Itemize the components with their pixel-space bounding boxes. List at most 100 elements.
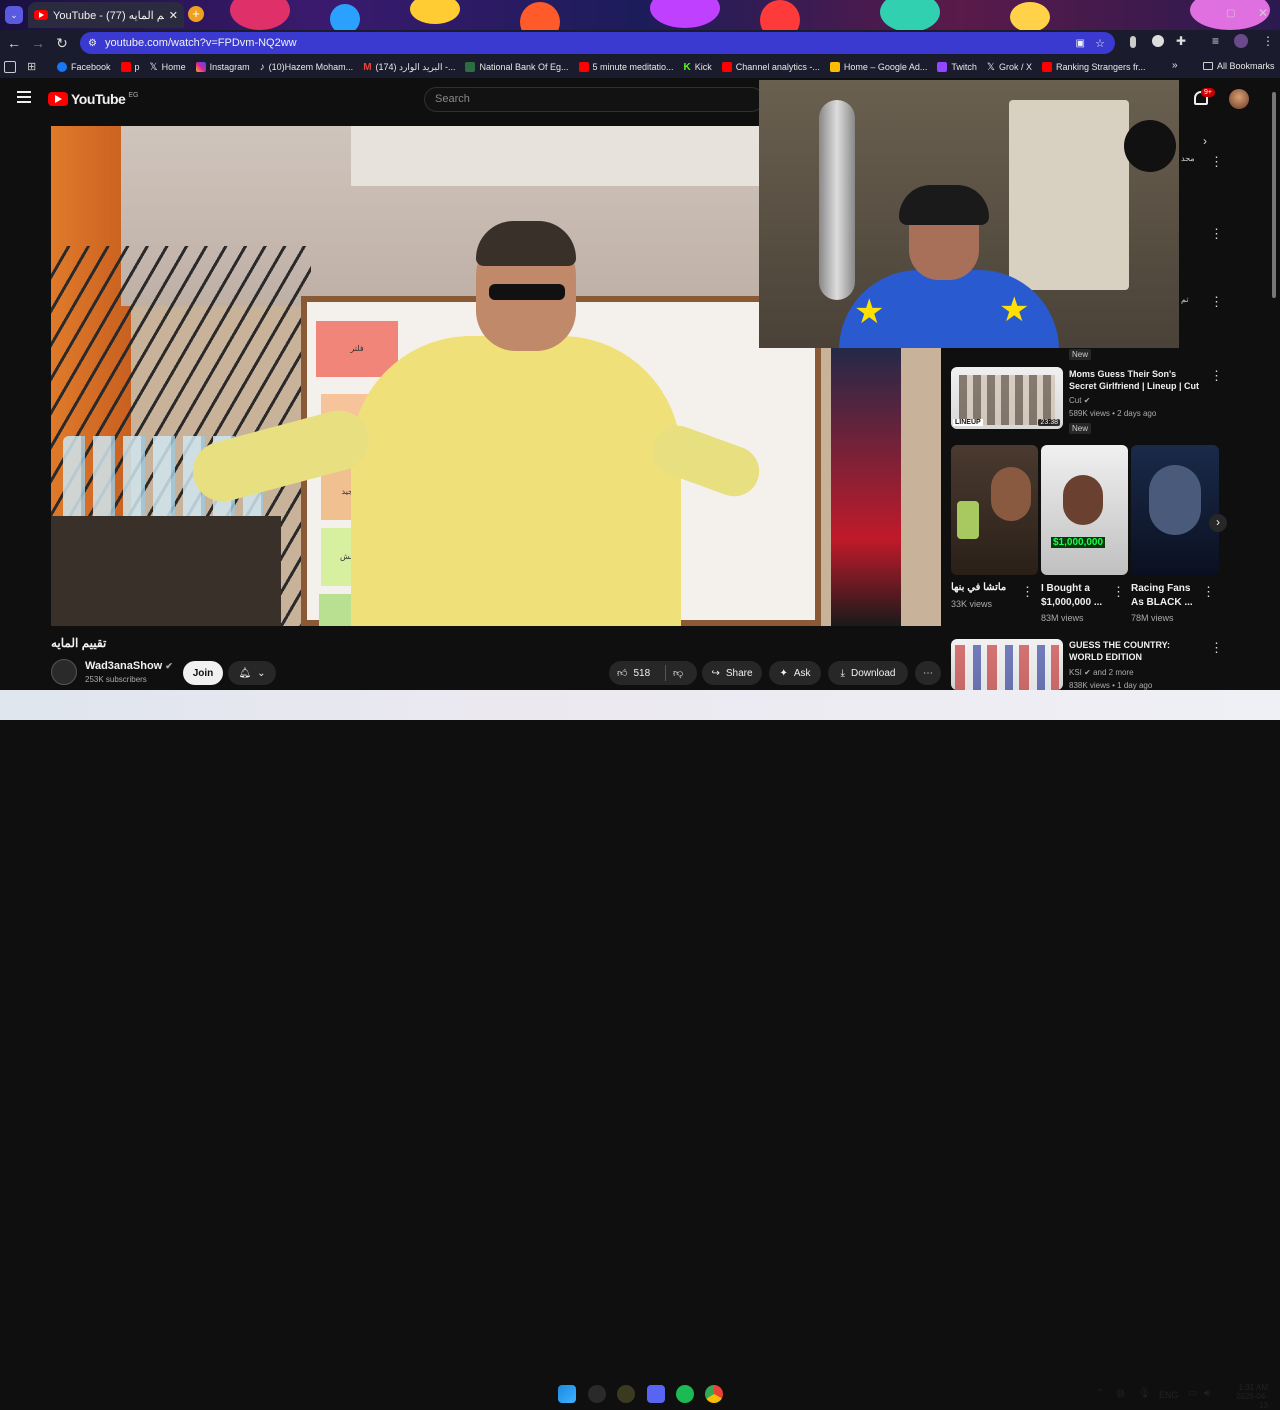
- facebook-icon: [57, 62, 67, 72]
- bookmark-label: p: [134, 62, 140, 72]
- volume-icon[interactable]: 🔊︎: [1204, 1388, 1210, 1399]
- chip-next-icon[interactable]: ›: [1203, 134, 1207, 148]
- close-window-icon[interactable]: ✕: [1258, 6, 1268, 20]
- install-icon[interactable]: ▣: [1076, 38, 1085, 49]
- tab-groups-icon[interactable]: [4, 61, 16, 73]
- hamburger-menu-icon[interactable]: [17, 91, 31, 103]
- share-label: Share: [725, 667, 753, 679]
- short-thumbnail[interactable]: [1131, 445, 1219, 575]
- join-label: Join: [192, 667, 214, 679]
- more-options-icon[interactable]: ⋮: [1210, 226, 1223, 242]
- bookmark-facebook[interactable]: Facebook: [52, 62, 116, 72]
- tab-youtube[interactable]: YouTube - تقييم المايه (77) ✕: [28, 2, 184, 28]
- twitch-icon: [937, 62, 948, 72]
- more-options-icon[interactable]: ⋮: [1202, 584, 1215, 600]
- bookmark-star-icon[interactable]: ☆: [1095, 37, 1105, 50]
- ask-button[interactable]: ✦ Ask: [769, 661, 821, 685]
- channel-name-main[interactable]: Wad3anaShow ✔: [85, 660, 173, 672]
- clock[interactable]: 1:31 AM 2026-04-13: [1228, 1383, 1268, 1410]
- bookmark-meditation[interactable]: 5 minute meditatio...: [574, 62, 679, 72]
- video-title-main: تقييم المايه: [51, 636, 107, 650]
- discord-icon[interactable]: [647, 1385, 665, 1403]
- video-thumbnail[interactable]: [951, 639, 1063, 690]
- more-options-icon[interactable]: ⋮: [1210, 640, 1223, 656]
- bookmark-twitch[interactable]: Twitch: [932, 62, 982, 72]
- spotify-icon[interactable]: [676, 1385, 694, 1403]
- more-options-icon[interactable]: ⋮: [1210, 294, 1223, 310]
- menu-kebab-icon[interactable]: ⋮: [1262, 34, 1274, 48]
- bookmark-gmail[interactable]: M (174) البريد الوارد -...: [358, 62, 460, 73]
- address-bar[interactable]: ⚙ youtube.com/watch?v=FPDvm-NQ2ww ▣ ☆: [80, 32, 1115, 54]
- close-tab-icon[interactable]: ✕: [169, 9, 178, 22]
- short-title[interactable]: ماتشا في بنها: [951, 582, 1021, 593]
- tiktok-icon: ♪: [259, 61, 265, 73]
- bookmark-ranking-strangers[interactable]: Ranking Strangers fr...: [1037, 62, 1151, 72]
- site-info-icon[interactable]: ⚙: [88, 38, 97, 49]
- forward-icon[interactable]: →: [26, 31, 50, 55]
- profile-avatar[interactable]: [1234, 34, 1248, 48]
- thumbnail-text: $1,000,000: [1051, 537, 1106, 548]
- join-button[interactable]: Join: [183, 661, 223, 685]
- short-thumbnail[interactable]: [951, 445, 1038, 575]
- language-indicator[interactable]: ENG: [1159, 1390, 1179, 1400]
- bookmark-grok[interactable]: 𝕏 Grok / X: [982, 62, 1037, 73]
- notification-settings-button[interactable]: 🔔︎ ⌄: [228, 661, 276, 685]
- channel-name[interactable]: KSI ✔ and 2 more: [1069, 668, 1134, 677]
- youtube-icon: [721, 62, 732, 72]
- windows-start-icon[interactable]: [558, 1385, 576, 1403]
- bookmark-tiktok[interactable]: ♪ (10)Hazem Moham...: [255, 62, 359, 73]
- short-thumbnail[interactable]: $1,000,000: [1041, 445, 1128, 575]
- back-icon[interactable]: ←: [2, 31, 26, 55]
- channel-name[interactable]: Cut ✔: [1069, 396, 1090, 405]
- bookmark-kick[interactable]: K Kick: [679, 62, 717, 73]
- channel-avatar[interactable]: [51, 659, 77, 685]
- account-avatar[interactable]: [1229, 89, 1249, 109]
- video-actions-row: Wad3anaShow ✔ 253K subscribers Join 🔔︎ ⌄ …: [51, 656, 941, 690]
- more-options-icon[interactable]: ⋮: [1210, 154, 1223, 170]
- app-icon[interactable]: [617, 1385, 635, 1403]
- youtube-logo[interactable]: YouTube EG: [48, 91, 138, 107]
- apps-grid-icon[interactable]: ⊞: [27, 60, 36, 73]
- video-title[interactable]: Moms Guess Their Son's Secret Girlfriend…: [1069, 368, 1204, 392]
- more-options-icon[interactable]: ⋮: [1112, 584, 1125, 600]
- chrome-icon[interactable]: [705, 1385, 723, 1403]
- tab-search-button[interactable]: ⌄: [5, 6, 23, 24]
- all-bookmarks[interactable]: All Bookmarks: [1198, 61, 1280, 71]
- new-tab-button[interactable]: +: [188, 6, 204, 22]
- share-button[interactable]: ↪ Share: [702, 661, 762, 685]
- tray-chevron-icon[interactable]: ⌃: [1096, 1388, 1104, 1399]
- more-bookmarks-icon[interactable]: »: [1172, 60, 1178, 71]
- video-title[interactable]: GUESS THE COUNTRY: WORLD EDITION: [1069, 639, 1204, 663]
- shorts-next-button[interactable]: ›: [1209, 514, 1227, 532]
- bookmark-home-x[interactable]: 𝕏 Home: [145, 62, 191, 73]
- browser-toolbar: ← → ↻ ⚙ youtube.com/watch?v=FPDvm-NQ2ww …: [0, 30, 1280, 56]
- bookmark-google-ads[interactable]: Home – Google Ad...: [825, 62, 933, 72]
- network-icon[interactable]: ▭: [1188, 1388, 1197, 1399]
- page-scrollbar[interactable]: [1272, 92, 1276, 298]
- more-options-icon[interactable]: ⋮: [1210, 368, 1223, 384]
- reading-list-icon[interactable]: ≡: [1212, 34, 1219, 48]
- bookmark-nbe[interactable]: National Bank Of Eg...: [460, 62, 573, 72]
- short-title[interactable]: Racing Fans As BLACK ...: [1131, 582, 1201, 610]
- extension-icon[interactable]: [1152, 35, 1164, 47]
- app-icon[interactable]: [588, 1385, 606, 1403]
- download-button[interactable]: ⤓ Download: [828, 661, 908, 685]
- maximize-icon[interactable]: ▢: [1226, 8, 1235, 19]
- reload-icon[interactable]: ↻: [50, 31, 74, 55]
- extensions-puzzle-icon[interactable]: ✚: [1176, 34, 1186, 48]
- windows-taskbar: ⌃ ◍ 🎙︎ ENG ▭ 🔊︎ 1:31 AM 2026-04-13: [0, 690, 1280, 1410]
- extension-icon[interactable]: [1130, 36, 1136, 48]
- more-options-icon[interactable]: ⋮: [1021, 584, 1034, 600]
- short-views: 33K views: [951, 599, 993, 609]
- short-title[interactable]: I Bought a $1,000,000 ...: [1041, 582, 1111, 610]
- search-input[interactable]: Search: [424, 87, 764, 112]
- video-thumbnail[interactable]: LINEUP 23:38: [951, 367, 1063, 429]
- bookmark-channel-analytics[interactable]: Channel analytics -...: [717, 62, 825, 72]
- bookmark-p[interactable]: p: [116, 62, 145, 72]
- microphone-icon[interactable]: 🎙︎: [1138, 1388, 1151, 1399]
- thumbs-down-icon[interactable]: 👎︎: [673, 667, 683, 679]
- thumbs-up-icon[interactable]: 👍︎: [617, 667, 627, 679]
- bookmark-instagram[interactable]: Instagram: [191, 62, 255, 72]
- tray-icon[interactable]: ◍: [1116, 1388, 1125, 1399]
- more-actions-button[interactable]: ⋯: [915, 661, 941, 685]
